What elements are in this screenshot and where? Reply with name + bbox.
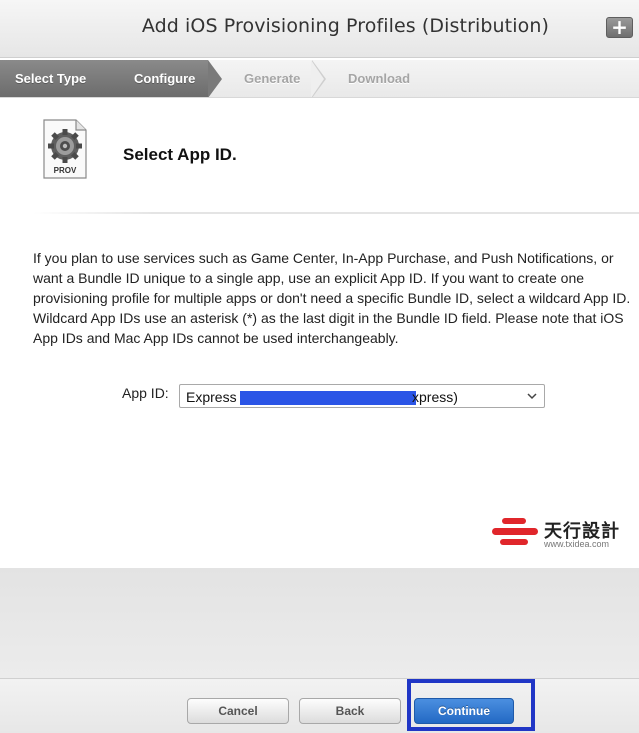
app-id-selected-suffix: xpress) <box>412 389 458 405</box>
step-label: Select Type <box>15 71 87 86</box>
step-label: Download <box>348 71 411 86</box>
step-configure: Configure <box>97 60 208 97</box>
cancel-button[interactable]: Cancel <box>187 698 289 724</box>
redaction-bar <box>240 391 416 405</box>
watermark-url: www.txidea.com <box>544 539 610 549</box>
step-generate: Generate <box>222 60 312 97</box>
step-breadcrumb: Select Type Configure Generate Download <box>0 60 639 98</box>
page-title: Add iOS Provisioning Profiles (Distribut… <box>141 15 549 37</box>
prov-icon-label: PROV <box>54 166 77 175</box>
step-separator <box>208 60 222 97</box>
page-header: Add iOS Provisioning Profiles (Distribut… <box>0 0 639 58</box>
step-download: Download <box>326 60 446 97</box>
app-id-label: App ID: <box>122 385 169 401</box>
continue-highlight-box <box>407 679 535 731</box>
content-background <box>0 568 639 678</box>
chevron-down-icon <box>527 393 537 400</box>
section-title: Select App ID. <box>123 145 237 164</box>
step-label: Configure <box>134 71 196 86</box>
gear-document-icon: PROV <box>43 119 87 179</box>
step-label: Generate <box>244 71 301 86</box>
back-button[interactable]: Back <box>299 698 401 724</box>
step-select-type: Select Type <box>0 60 98 97</box>
step-separator <box>311 60 324 97</box>
logo-mark-icon <box>492 518 538 545</box>
watermark-logo: 天行設計 www.txidea.com <box>492 516 632 552</box>
app-id-selected-prefix: Express <box>186 389 237 405</box>
add-button[interactable]: + <box>606 17 633 38</box>
app-id-select[interactable]: Express xpress) <box>179 384 545 408</box>
section-divider <box>33 212 639 214</box>
description-text: If you plan to use services such as Game… <box>33 250 631 346</box>
